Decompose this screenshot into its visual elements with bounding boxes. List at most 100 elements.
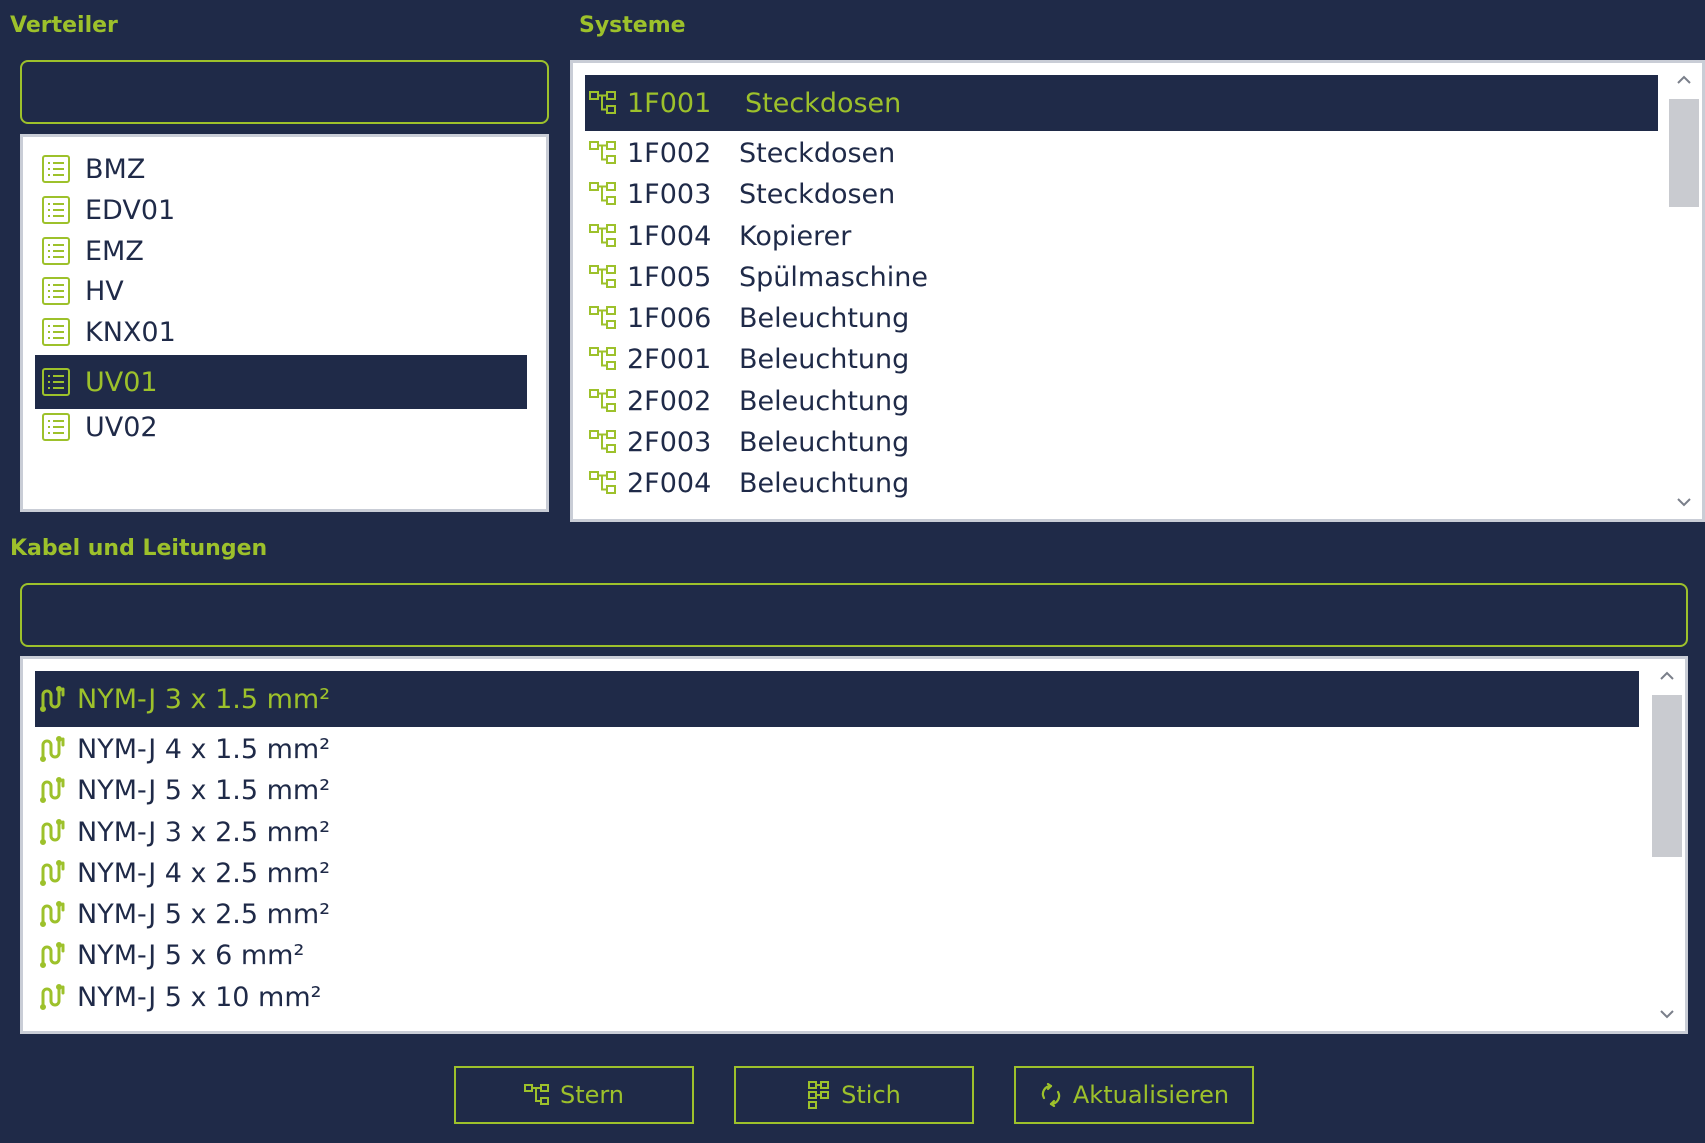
- stich-button-label: Stich: [841, 1081, 901, 1109]
- cable-icon: [39, 735, 67, 763]
- verteiler-item-label: EMZ: [85, 235, 144, 267]
- tree-structure-icon: [589, 264, 617, 290]
- tree-structure-icon: [589, 346, 617, 372]
- verteiler-item-label: UV02: [85, 411, 158, 443]
- stern-button-label: Stern: [559, 1081, 625, 1109]
- verteiler-item[interactable]: BMZ: [35, 149, 475, 189]
- kabel-search[interactable]: [20, 583, 1688, 647]
- cable-icon: [39, 859, 67, 887]
- cable-item[interactable]: NYM-J 4 x 2.5 mm²: [35, 853, 635, 893]
- tree-structure-icon: [589, 223, 617, 249]
- tree-structure-icon: [589, 140, 617, 166]
- refresh-icon: [1039, 1083, 1063, 1107]
- system-item-desc: Steckdosen: [739, 178, 896, 210]
- verteiler-item[interactable]: EMZ: [35, 231, 475, 271]
- system-item-desc: Steckdosen: [739, 137, 896, 169]
- verteiler-item[interactable]: KNX01: [35, 312, 475, 352]
- scroll-down-icon[interactable]: [1666, 487, 1702, 517]
- systeme-scroll-thumb[interactable]: [1669, 99, 1699, 207]
- scroll-down-icon[interactable]: [1649, 999, 1685, 1029]
- system-item-code: 1F001: [627, 87, 712, 119]
- tree-structure-icon: [589, 181, 617, 207]
- system-item[interactable]: 2F003 Beleuchtung: [585, 422, 1185, 462]
- list-icon: [41, 195, 71, 225]
- app-root: Verteiler BMZ EDV01 EMZ HV KNX01 UV01 UV…: [0, 0, 1705, 1143]
- verteiler-search[interactable]: [20, 60, 549, 124]
- list-icon: [41, 154, 71, 184]
- list-icon: [41, 367, 71, 397]
- tree-structure-icon: [589, 470, 617, 496]
- system-item-code: 2F003: [627, 426, 712, 458]
- verteiler-item-label: UV01: [85, 366, 158, 398]
- grid-tree-icon: [807, 1081, 831, 1109]
- system-item[interactable]: 1F005 Spülmaschine: [585, 257, 1185, 297]
- system-item-desc: Steckdosen: [745, 87, 902, 119]
- verteiler-item[interactable]: UV02: [35, 407, 475, 447]
- system-item-code: 2F002: [627, 385, 712, 417]
- verteiler-list: BMZ EDV01 EMZ HV KNX01 UV01 UV02: [20, 134, 549, 512]
- cable-item[interactable]: NYM-J 5 x 2.5 mm²: [35, 894, 635, 934]
- cable-icon: [39, 941, 67, 969]
- tree-structure-icon: [589, 388, 617, 414]
- system-item-code: 1F004: [627, 220, 712, 252]
- verteiler-item[interactable]: HV: [35, 271, 475, 311]
- kabel-search-input[interactable]: [22, 585, 1686, 645]
- tree-structure-icon: [589, 305, 617, 331]
- stich-button[interactable]: Stich: [734, 1066, 974, 1124]
- systeme-scrollbar[interactable]: [1666, 63, 1702, 519]
- verteiler-item-label: KNX01: [85, 316, 176, 348]
- cable-item-label: NYM-J 5 x 1.5 mm²: [77, 774, 331, 806]
- verteiler-item-label: BMZ: [85, 153, 146, 185]
- stern-button[interactable]: Stern: [454, 1066, 694, 1124]
- cable-item[interactable]: NYM-J 3 x 2.5 mm²: [35, 812, 635, 852]
- verteiler-item[interactable]: UV01: [35, 355, 527, 409]
- verteiler-item-label: HV: [85, 275, 124, 307]
- cable-item[interactable]: NYM-J 4 x 1.5 mm²: [35, 729, 635, 769]
- cable-item[interactable]: NYM-J 5 x 6 mm²: [35, 935, 635, 975]
- system-item[interactable]: 2F002 Beleuchtung: [585, 381, 1185, 421]
- list-icon: [41, 236, 71, 266]
- system-item[interactable]: 1F006 Beleuchtung: [585, 298, 1185, 338]
- cable-item[interactable]: NYM-J 5 x 10 mm²: [35, 977, 635, 1017]
- cable-item-label: NYM-J 4 x 2.5 mm²: [77, 857, 331, 889]
- systeme-list: 1F001 Steckdosen 1F002 Steckdosen 1F003 …: [570, 60, 1705, 522]
- system-item-code: 1F003: [627, 178, 712, 210]
- cable-icon: [39, 776, 67, 804]
- cable-icon: [39, 983, 67, 1011]
- system-item-code: 1F006: [627, 302, 712, 334]
- system-item-desc: Beleuchtung: [739, 302, 910, 334]
- cable-icon: [39, 900, 67, 928]
- cable-item[interactable]: NYM-J 5 x 1.5 mm²: [35, 770, 635, 810]
- list-icon: [41, 412, 71, 442]
- kabel-list: NYM-J 3 x 1.5 mm² NYM-J 4 x 1.5 mm² NYM-…: [20, 656, 1688, 1034]
- cable-item-label: NYM-J 5 x 2.5 mm²: [77, 898, 331, 930]
- cable-item[interactable]: NYM-J 3 x 1.5 mm²: [35, 671, 1639, 727]
- kabel-scrollbar[interactable]: [1649, 659, 1685, 1031]
- cable-item-label: NYM-J 5 x 10 mm²: [77, 981, 322, 1013]
- system-item[interactable]: 2F004 Beleuchtung: [585, 463, 1185, 503]
- kabel-scroll-thumb[interactable]: [1652, 695, 1682, 857]
- scroll-up-icon[interactable]: [1649, 661, 1685, 691]
- system-item-desc: Beleuchtung: [739, 343, 910, 375]
- cable-icon: [39, 685, 67, 713]
- system-item-desc: Spülmaschine: [739, 261, 928, 293]
- aktualisieren-button-label: Aktualisieren: [1072, 1081, 1230, 1109]
- system-item-desc: Beleuchtung: [739, 385, 910, 417]
- system-item[interactable]: 1F003 Steckdosen: [585, 174, 1185, 214]
- system-item-code: 2F001: [627, 343, 712, 375]
- verteiler-item-label: EDV01: [85, 194, 176, 226]
- system-item-desc: Beleuchtung: [739, 426, 910, 458]
- system-item-code: 2F004: [627, 467, 712, 499]
- tree-structure-icon: [589, 429, 617, 455]
- cable-item-label: NYM-J 5 x 6 mm²: [77, 939, 305, 971]
- system-item[interactable]: 1F001 Steckdosen: [585, 75, 1658, 131]
- verteiler-item[interactable]: EDV01: [35, 190, 475, 230]
- tree-structure-icon: [523, 1083, 550, 1107]
- verteiler-search-input[interactable]: [22, 62, 547, 122]
- aktualisieren-button[interactable]: Aktualisieren: [1014, 1066, 1254, 1124]
- scroll-up-icon[interactable]: [1666, 65, 1702, 95]
- system-item[interactable]: 1F004 Kopierer: [585, 216, 1185, 256]
- system-item[interactable]: 1F002 Steckdosen: [585, 133, 1185, 173]
- system-item[interactable]: 2F001 Beleuchtung: [585, 339, 1185, 379]
- cable-item-label: NYM-J 4 x 1.5 mm²: [77, 733, 331, 765]
